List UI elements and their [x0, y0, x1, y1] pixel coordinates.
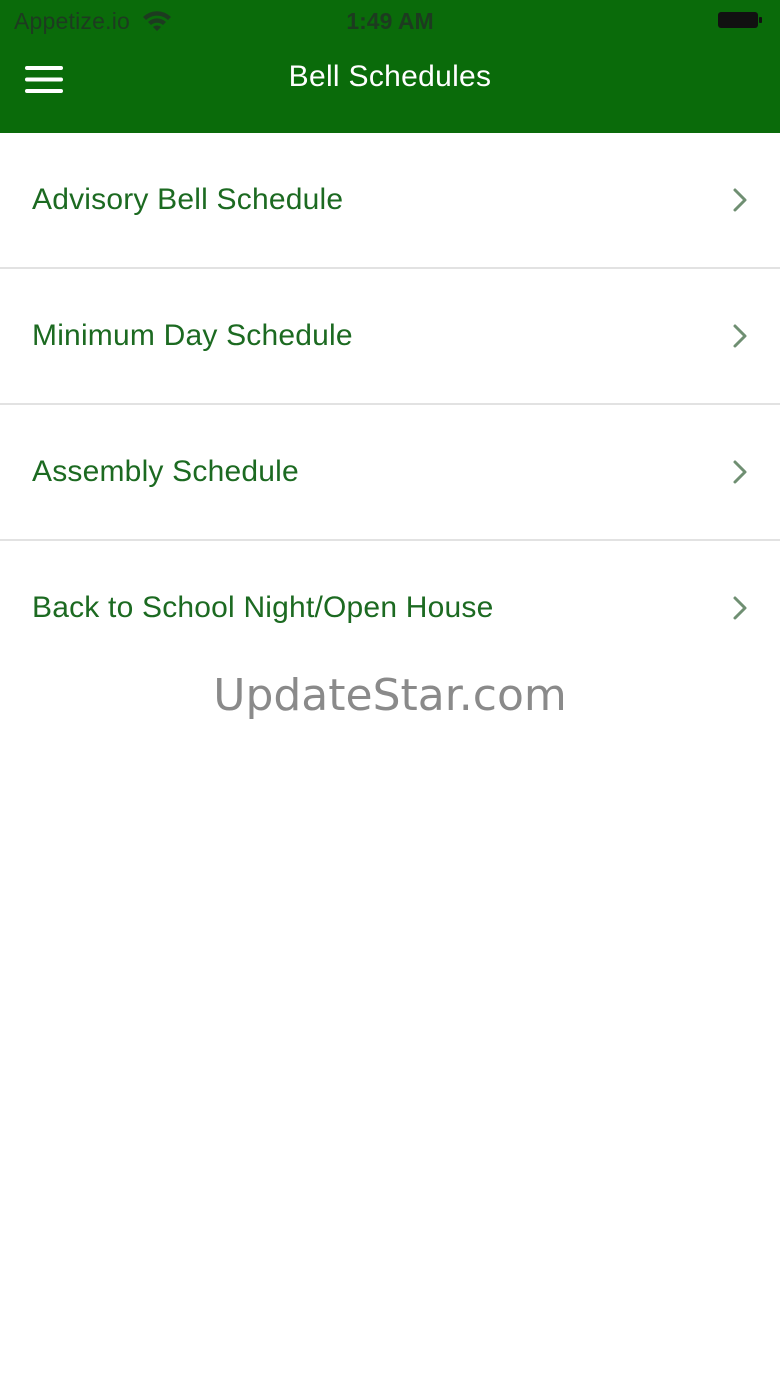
status-bar: Appetize.io 1:49 AM	[0, 0, 780, 40]
list-item-label: Back to School Night/Open House	[32, 591, 494, 624]
chevron-right-icon	[733, 596, 747, 620]
list-item-back-to-school-night[interactable]: Back to School Night/Open House	[0, 541, 780, 675]
page-title: Bell Schedules	[288, 60, 492, 93]
chevron-right-icon	[733, 188, 747, 212]
list-item-label: Assembly Schedule	[32, 455, 299, 488]
list-item-minimum-day-schedule[interactable]: Minimum Day Schedule	[0, 269, 780, 405]
schedule-list: Advisory Bell Schedule Minimum Day Sched…	[0, 133, 780, 675]
status-time: 1:49 AM	[346, 8, 434, 34]
list-item-label: Minimum Day Schedule	[32, 319, 353, 352]
navigation-bar: Bell Schedules	[0, 40, 780, 133]
chevron-right-icon	[733, 324, 747, 348]
watermark-text: UpdateStar.com	[213, 670, 567, 721]
list-item-assembly-schedule[interactable]: Assembly Schedule	[0, 405, 780, 541]
list-item-label: Advisory Bell Schedule	[32, 183, 344, 216]
list-item-advisory-bell-schedule[interactable]: Advisory Bell Schedule	[0, 133, 780, 269]
app-header: Appetize.io 1:49 AM Bell Schedules	[0, 0, 780, 133]
battery-icon	[718, 12, 762, 28]
chevron-right-icon	[733, 460, 747, 484]
